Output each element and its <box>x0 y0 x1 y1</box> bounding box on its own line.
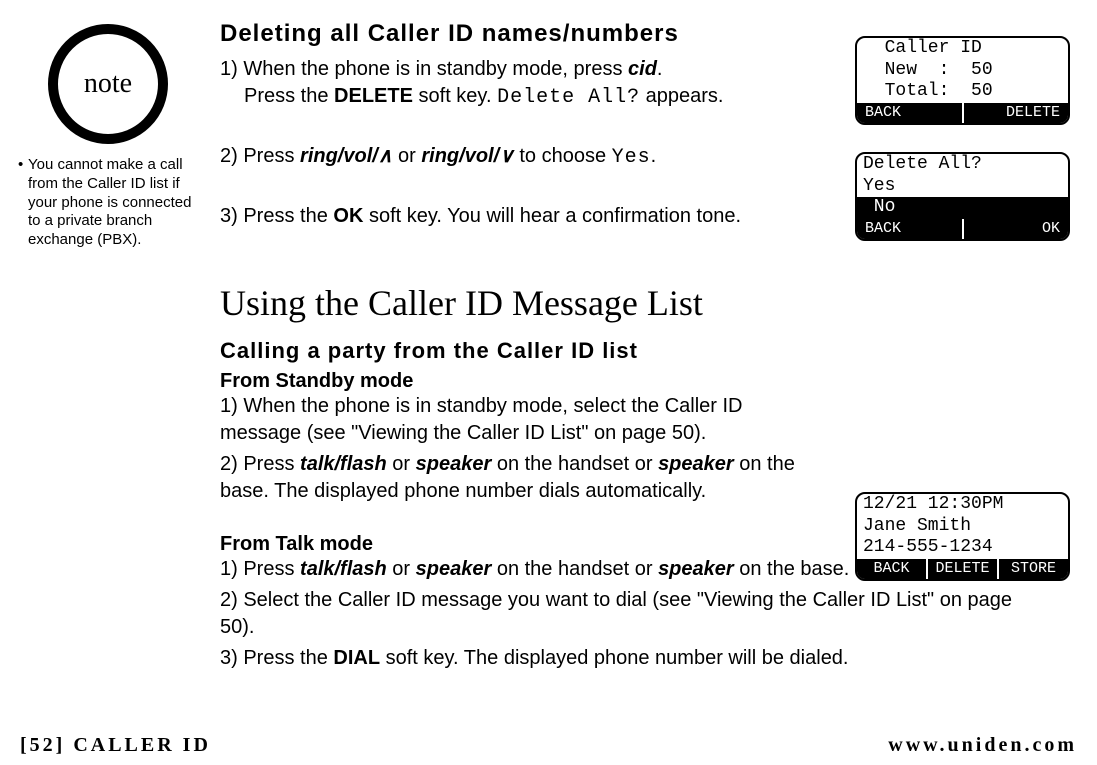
lcd-screen-callerid: Caller ID New : 50 Total: 50 BACK DELETE <box>855 36 1070 125</box>
footer-section: CALLER ID <box>65 734 211 756</box>
lcd-line: New : 50 <box>857 60 1068 82</box>
note-text: You cannot make a call from the Caller I… <box>18 156 198 250</box>
lcd-line: Caller ID <box>857 38 1068 60</box>
talk-step-3: 3) Press the DIAL soft key. The displaye… <box>220 645 1040 672</box>
step-2: 2) Press ring/vol/∧ or ring/vol/∨ to cho… <box>220 143 840 171</box>
step-1: 1) When the phone is in standby mode, pr… <box>220 56 840 111</box>
softkey-delete[interactable]: DELETE <box>962 103 1069 123</box>
talk-step-2: 2) Select the Caller ID message you want… <box>220 587 1040 641</box>
note-badge: note <box>48 24 168 144</box>
lcd-line: Jane Smith <box>857 516 1068 538</box>
standby-step-2: 2) Press talk/flash or speaker on the ha… <box>220 451 820 505</box>
lcd-screen-contact: 12/21 12:30PM Jane Smith 214-555-1234 BA… <box>855 492 1070 581</box>
softkey-delete[interactable]: DELETE <box>926 559 997 579</box>
softkey-back[interactable]: BACK <box>857 559 926 579</box>
lcd-screen-deleteall: Delete All? Yes No BACK OK <box>855 152 1070 241</box>
footer-left: [52] CALLER ID <box>20 734 211 757</box>
lcd-softkey-row: BACK OK <box>857 219 1068 239</box>
lcd-line-selected: No <box>857 197 1068 219</box>
lcd-line: 12/21 12:30PM <box>857 494 1068 516</box>
lcd-softkey-row: BACK DELETE <box>857 103 1068 123</box>
lcd-softkey-row: BACK DELETE STORE <box>857 559 1068 579</box>
softkey-back[interactable]: BACK <box>857 103 962 123</box>
standby-step-1: 1) When the phone is in standby mode, se… <box>220 393 820 447</box>
mode-title-standby: From Standby mode <box>220 370 1060 393</box>
lcd-line: Delete All? <box>857 154 1068 176</box>
page-footer: [52] CALLER ID www.uniden.com <box>0 734 1097 757</box>
softkey-store[interactable]: STORE <box>997 559 1068 579</box>
softkey-ok[interactable]: OK <box>962 219 1069 239</box>
step-3: 3) Press the OK soft key. You will hear … <box>220 203 900 230</box>
page-number: [52] <box>20 734 65 756</box>
footer-url: www.uniden.com <box>888 734 1077 757</box>
subsection-title-calling: Calling a party from the Caller ID list <box>220 338 1060 364</box>
lcd-line: Yes <box>857 176 1068 198</box>
lcd-line: 214-555-1234 <box>857 537 1068 559</box>
section-title-using: Using the Caller ID Message List <box>220 282 1060 324</box>
lcd-line: Total: 50 <box>857 81 1068 103</box>
sidebar: note You cannot make a call from the Cal… <box>18 24 198 250</box>
note-label: note <box>84 68 132 100</box>
softkey-back[interactable]: BACK <box>857 219 962 239</box>
